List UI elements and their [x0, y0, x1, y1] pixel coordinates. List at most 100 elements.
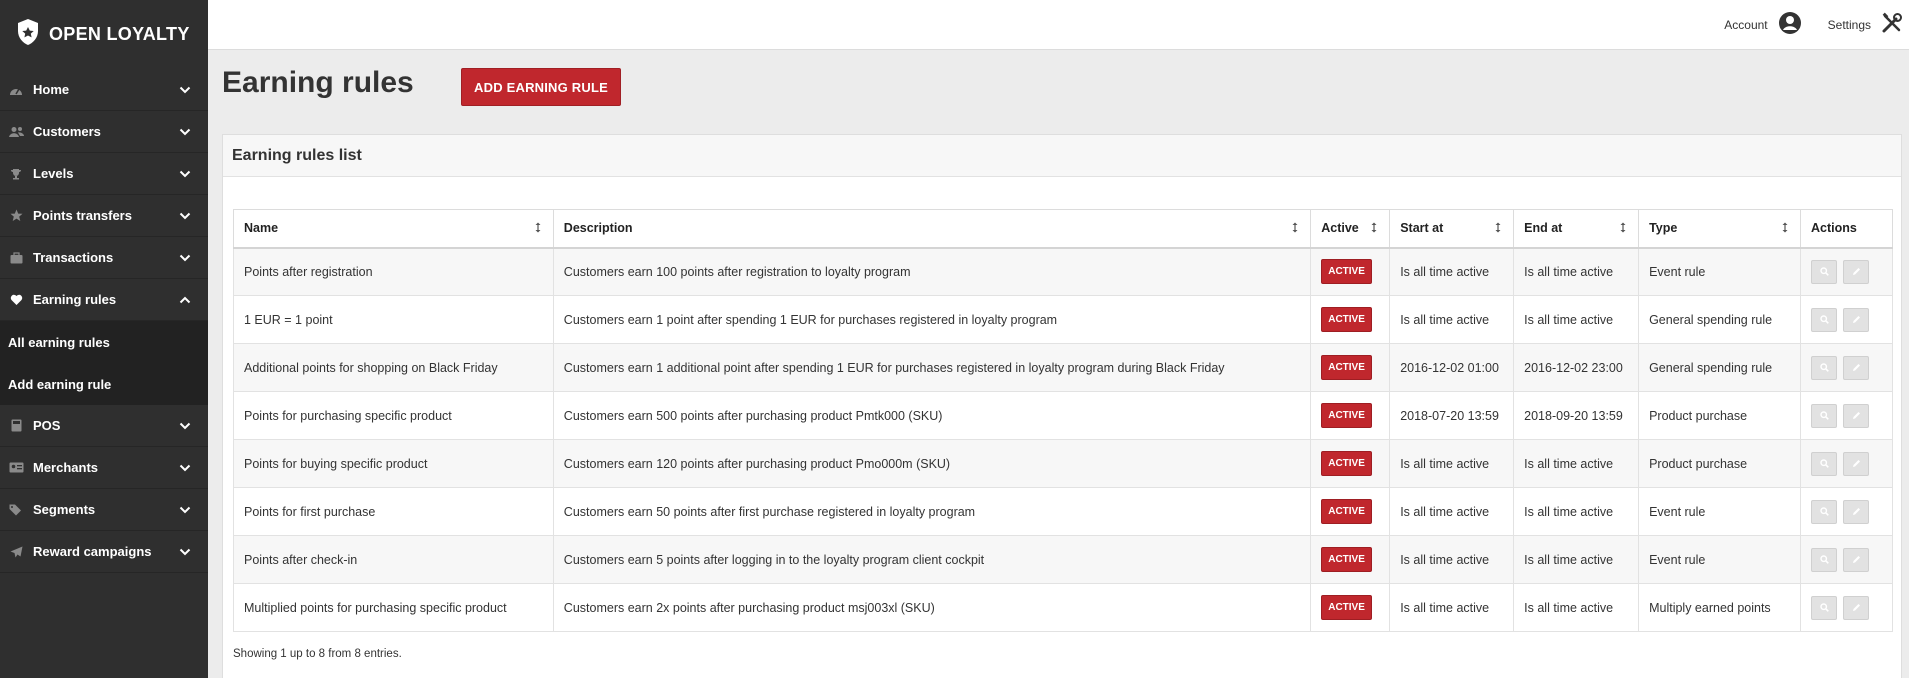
cell-active: ACTIVE: [1310, 583, 1391, 632]
cell-description: Customers earn 1 point after spending 1 …: [552, 295, 1312, 344]
page-title: Earning rules: [222, 66, 414, 99]
top-bar: Account Settings: [208, 0, 1909, 50]
pencil-icon: [1852, 265, 1861, 279]
cell-actions: [1800, 391, 1893, 440]
column-header-type[interactable]: Type: [1638, 209, 1801, 249]
account-label: Account: [1724, 17, 1768, 32]
cell-type: Event rule: [1638, 247, 1801, 296]
cell-type: Product purchase: [1638, 391, 1801, 440]
sidebar: OPEN LOYALTY Home Customers Levels Points t…: [0, 0, 208, 678]
account-menu[interactable]: Account: [1724, 11, 1801, 38]
table-row: Points for first purchase Customers earn …: [233, 487, 1893, 536]
table-header-row: Name Description Active Start at End at Type A…: [233, 209, 1893, 249]
cell-type: Event rule: [1638, 535, 1801, 584]
cell-type: Event rule: [1638, 487, 1801, 536]
cell-description: Customers earn 2x points after purchasin…: [552, 583, 1312, 632]
column-header-name[interactable]: Name: [233, 209, 554, 249]
cell-type: Multiply earned points: [1638, 583, 1801, 632]
column-header-end-at[interactable]: End at: [1513, 209, 1640, 249]
chevron-down-icon: [178, 209, 192, 223]
sidebar-item-home[interactable]: Home: [0, 69, 208, 111]
pos-icon: [8, 418, 24, 434]
sidebar-item-transactions[interactable]: Transactions: [0, 237, 208, 279]
chevron-down-icon: [178, 125, 192, 139]
search-icon: [1819, 265, 1829, 279]
cell-name: Additional points for shopping on Black …: [233, 343, 554, 392]
sidebar-item-label: Reward campaigns: [33, 544, 152, 559]
cell-name: Points for buying specific product: [233, 439, 554, 488]
search-icon: [1819, 409, 1829, 423]
submenu-item-all-earning-rules[interactable]: All earning rules: [0, 321, 208, 363]
status-badge: ACTIVE: [1321, 307, 1372, 332]
settings-menu[interactable]: Settings: [1828, 12, 1903, 37]
search-icon: [1819, 553, 1829, 567]
sort-icon[interactable]: [1620, 222, 1626, 236]
dashboard-icon: [8, 82, 24, 98]
brand-logo[interactable]: OPEN LOYALTY: [0, 0, 208, 69]
status-badge: ACTIVE: [1321, 355, 1372, 380]
status-badge: ACTIVE: [1321, 259, 1372, 285]
sidebar-item-label: Home: [33, 82, 70, 97]
column-header-label: End at: [1524, 221, 1563, 236]
chevron-down-icon: [178, 461, 192, 475]
table-row: Additional points for shopping on Black …: [233, 343, 1893, 392]
view-button[interactable]: [1811, 595, 1837, 620]
sort-icon[interactable]: [1782, 222, 1788, 236]
edit-button[interactable]: [1843, 259, 1869, 284]
sort-icon[interactable]: [535, 222, 541, 236]
view-button[interactable]: [1811, 403, 1837, 428]
sidebar-item-reward-campaigns[interactable]: Reward campaigns: [0, 531, 208, 573]
cell-type: General spending rule: [1638, 343, 1801, 392]
cell-description: Customers earn 5 points after logging in…: [552, 535, 1312, 584]
pencil-icon: [1852, 313, 1861, 327]
view-button[interactable]: [1811, 499, 1837, 524]
cell-name: Points after check-in: [233, 535, 554, 584]
cell-end-at: 2016-12-02 23:00: [1513, 343, 1640, 392]
sidebar-item-segments[interactable]: Segments: [0, 489, 208, 531]
column-header-active[interactable]: Active: [1310, 209, 1391, 249]
cell-end-at: Is all time active: [1513, 487, 1640, 536]
view-button[interactable]: [1811, 355, 1837, 380]
column-header-label: Type: [1649, 221, 1678, 236]
sidebar-item-label: Levels: [33, 166, 74, 181]
submenu-item-add-earning-rule[interactable]: Add earning rule: [0, 363, 208, 405]
column-header-label: Start at: [1400, 221, 1444, 236]
edit-button[interactable]: [1843, 451, 1869, 476]
sidebar-item-merchants[interactable]: Merchants: [0, 447, 208, 489]
column-header-start-at[interactable]: Start at: [1389, 209, 1515, 249]
shield-logo-icon: [16, 18, 40, 51]
earning-rules-submenu: All earning rules Add earning rule: [0, 321, 208, 405]
cell-name: Multiplied points for purchasing specifi…: [233, 583, 554, 632]
sidebar-item-customers[interactable]: Customers: [0, 111, 208, 153]
table-row: Multiplied points for purchasing specifi…: [233, 583, 1893, 632]
view-button[interactable]: [1811, 451, 1837, 476]
add-earning-rule-button[interactable]: ADD EARNING RULE: [461, 68, 621, 106]
cell-end-at: 2018-09-20 13:59: [1513, 391, 1640, 440]
edit-button[interactable]: [1843, 499, 1869, 524]
edit-button[interactable]: [1843, 307, 1869, 332]
sort-icon[interactable]: [1371, 222, 1377, 236]
column-header-description[interactable]: Description: [552, 209, 1312, 249]
sidebar-item-label: Customers: [33, 124, 101, 139]
sidebar-item-earning-rules[interactable]: Earning rules: [0, 279, 208, 321]
sidebar-item-points-transfers[interactable]: Points transfers: [0, 195, 208, 237]
view-button[interactable]: [1811, 547, 1837, 572]
cell-actions: [1800, 247, 1893, 296]
sort-icon[interactable]: [1495, 222, 1501, 236]
earning-rules-panel: Earning rules list Name Description Active…: [222, 134, 1902, 678]
view-button[interactable]: [1811, 307, 1837, 332]
cell-start-at: Is all time active: [1389, 439, 1515, 488]
column-header-label: Actions: [1811, 221, 1857, 236]
edit-button[interactable]: [1843, 403, 1869, 428]
cell-description: Customers earn 50 points after first pur…: [552, 487, 1312, 536]
view-button[interactable]: [1811, 259, 1837, 284]
edit-button[interactable]: [1843, 355, 1869, 380]
edit-button[interactable]: [1843, 595, 1869, 620]
sort-icon[interactable]: [1292, 222, 1298, 236]
edit-button[interactable]: [1843, 547, 1869, 572]
star-icon: [8, 208, 24, 224]
sidebar-item-pos[interactable]: POS: [0, 405, 208, 447]
sidebar-item-levels[interactable]: Levels: [0, 153, 208, 195]
search-icon: [1819, 601, 1829, 615]
cell-active: ACTIVE: [1310, 439, 1391, 488]
